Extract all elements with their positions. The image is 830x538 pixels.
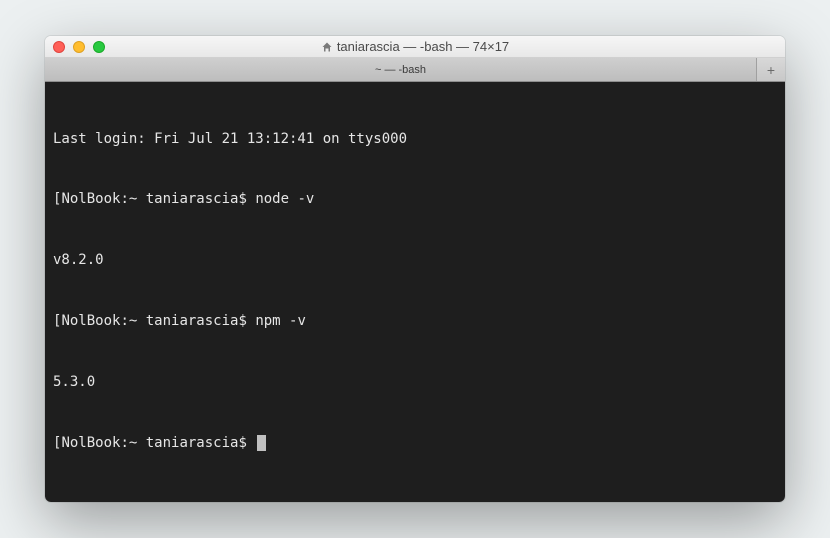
- last-login-line: Last login: Fri Jul 21 13:12:41 on ttys0…: [53, 129, 777, 149]
- prompt-host: NolBook:: [61, 435, 128, 451]
- prompt-symbol: $: [238, 191, 246, 207]
- prompt-line: [NolBook:~ taniarascia$ node -v: [53, 189, 777, 209]
- tab-label: ~ — -bash: [375, 64, 426, 76]
- prompt-path: ~ taniarascia: [129, 313, 239, 329]
- prompt-symbol: $: [238, 435, 246, 451]
- terminal-window: taniarascia — -bash — 74×17 ~ — -bash + …: [45, 36, 785, 502]
- close-button[interactable]: [53, 41, 65, 53]
- prompt-host: NolBook:: [61, 313, 128, 329]
- prompt-line: [NolBook:~ taniarascia$: [53, 433, 777, 453]
- window-title-text: taniarascia — -bash — 74×17: [337, 39, 509, 54]
- home-icon: [321, 41, 333, 53]
- prompt-host: NolBook:: [61, 191, 128, 207]
- tabbar: ~ — -bash +: [45, 58, 785, 82]
- terminal-body[interactable]: Last login: Fri Jul 21 13:12:41 on ttys0…: [45, 82, 785, 502]
- new-tab-button[interactable]: +: [757, 58, 785, 81]
- command-text: node -v: [255, 191, 314, 207]
- traffic-lights: [53, 41, 105, 53]
- command-text: npm -v: [255, 313, 306, 329]
- titlebar[interactable]: taniarascia — -bash — 74×17: [45, 36, 785, 58]
- plus-icon: +: [767, 62, 775, 78]
- window-title: taniarascia — -bash — 74×17: [53, 39, 777, 54]
- tab-active[interactable]: ~ — -bash: [45, 58, 757, 81]
- cursor-block: [257, 435, 266, 451]
- minimize-button[interactable]: [73, 41, 85, 53]
- prompt-line: [NolBook:~ taniarascia$ npm -v: [53, 311, 777, 331]
- prompt-path: ~ taniarascia: [129, 191, 239, 207]
- prompt-symbol: $: [238, 313, 246, 329]
- prompt-path: ~ taniarascia: [129, 435, 239, 451]
- output-line: v8.2.0: [53, 250, 777, 270]
- output-line: 5.3.0: [53, 372, 777, 392]
- maximize-button[interactable]: [93, 41, 105, 53]
